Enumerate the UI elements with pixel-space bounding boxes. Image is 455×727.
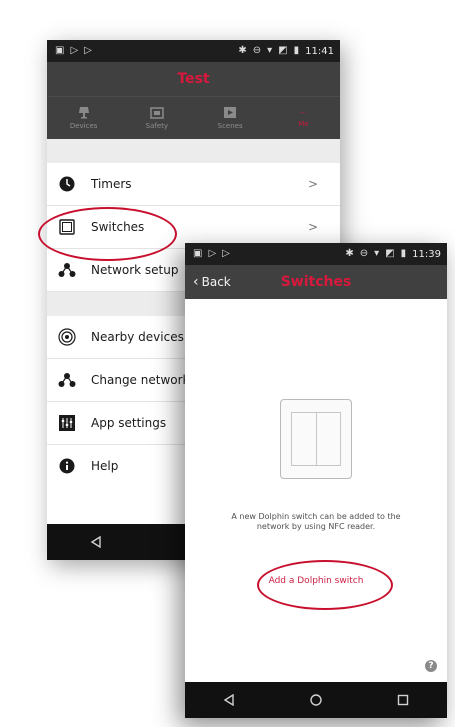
- battery-icon: ▮: [293, 45, 300, 56]
- chevron-left-icon: ‹: [193, 274, 199, 290]
- add-dolphin-switch-link[interactable]: Add a Dolphin switch: [255, 576, 377, 586]
- screenshot-icon: ▣: [55, 45, 65, 56]
- menu-item-timers[interactable]: Timers >: [47, 163, 340, 206]
- wifi-icon: ▾: [374, 248, 380, 259]
- bluetooth-icon: ✱: [345, 248, 354, 259]
- menu-label: App settings: [91, 416, 167, 430]
- bluetooth-icon: ✱: [238, 45, 247, 56]
- play-store-icon: ▷: [208, 248, 217, 259]
- tab-label: Devices: [69, 122, 98, 130]
- battery-icon: ▮: [400, 248, 407, 259]
- safety-icon: [150, 107, 164, 119]
- radar-icon: [57, 327, 77, 347]
- wifi-icon: ▾: [267, 45, 273, 56]
- wall-switch-illustration: [280, 399, 352, 479]
- tab-scenes[interactable]: Scenes: [194, 97, 267, 139]
- app-bar: Test: [47, 62, 340, 96]
- info-icon: [57, 456, 77, 476]
- nfc-description: A new Dolphin switch can be added to the…: [231, 512, 401, 531]
- tab-label: Me: [298, 120, 309, 128]
- lamp-icon: [78, 107, 89, 119]
- scenes-icon: [224, 107, 237, 118]
- status-time: 11:41: [305, 45, 334, 57]
- phone-switches-screen: ▣ ▷ ▷ ✱ ⊖ ▾ ◩ ▮ 11:39 ‹ Back Switches A …: [185, 243, 447, 718]
- back-triangle-icon[interactable]: [83, 529, 109, 555]
- menu-label: Help: [91, 459, 119, 473]
- back-triangle-icon[interactable]: [216, 687, 242, 713]
- menu-label: Nearby devices: [91, 330, 184, 344]
- play-store-icon: ▷: [84, 45, 92, 56]
- app-bar: ‹ Back Switches: [185, 265, 447, 299]
- system-nav-bar: [185, 682, 447, 718]
- home-circle-icon[interactable]: [303, 687, 329, 713]
- screen-title: Switches: [280, 274, 352, 290]
- recents-square-icon[interactable]: [390, 687, 416, 713]
- status-bar: ▣ ▷ ▷ ✱ ⊖ ▾ ◩ ▮ 11:41: [47, 40, 340, 62]
- section-divider: [47, 139, 340, 163]
- rocker-right: [317, 413, 341, 465]
- play-store-icon: ▷: [222, 248, 230, 259]
- tab-me[interactable]: ⋯ Me: [267, 97, 340, 139]
- switch-icon: [57, 217, 77, 237]
- chevron-right-icon: >: [307, 220, 318, 234]
- rocker-left: [292, 413, 317, 465]
- tab-bar: Devices Safety Scenes ⋯ Me: [47, 96, 340, 139]
- tab-label: Safety: [145, 122, 169, 130]
- do-not-disturb-icon: ⊖: [359, 248, 369, 259]
- signal-icon: ◩: [278, 45, 288, 56]
- network-icon: [57, 260, 77, 280]
- back-label: Back: [201, 275, 231, 289]
- status-bar: ▣ ▷ ▷ ✱ ⊖ ▾ ◩ ▮ 11:39: [185, 243, 447, 265]
- menu-label: Network setup: [91, 263, 179, 277]
- status-time: 11:39: [412, 248, 441, 260]
- menu-label: Change network: [91, 373, 190, 387]
- signal-icon: ◩: [385, 248, 395, 259]
- play-store-icon: ▷: [70, 45, 79, 56]
- menu-label: Timers: [91, 177, 132, 191]
- back-button[interactable]: ‹ Back: [193, 274, 231, 290]
- app-title: Test: [177, 71, 210, 87]
- menu-label: Switches: [91, 220, 145, 234]
- do-not-disturb-icon: ⊖: [252, 45, 262, 56]
- tab-label: Scenes: [217, 122, 243, 130]
- help-icon[interactable]: ?: [425, 660, 437, 672]
- tab-devices[interactable]: Devices: [47, 97, 120, 139]
- screenshot-icon: ▣: [193, 248, 203, 259]
- network-icon: [57, 370, 77, 390]
- switch-rocker: [291, 412, 341, 466]
- sliders-icon: [57, 413, 77, 433]
- clock-icon: [57, 174, 77, 194]
- more-icon: ⋯: [299, 108, 308, 117]
- chevron-right-icon: >: [307, 177, 318, 191]
- switches-content: A new Dolphin switch can be added to the…: [185, 299, 447, 682]
- tab-safety[interactable]: Safety: [120, 97, 193, 139]
